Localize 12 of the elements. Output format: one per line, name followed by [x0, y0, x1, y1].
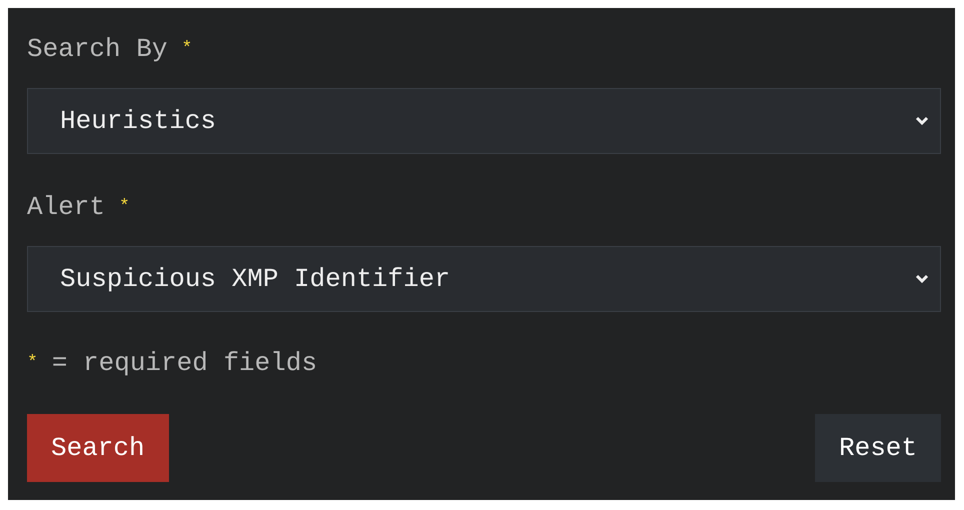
search-button[interactable]: Search [27, 414, 169, 482]
required-mark: * [181, 40, 192, 58]
required-mark: * [119, 198, 130, 216]
required-mark: * [27, 354, 38, 372]
reset-button[interactable]: Reset [814, 414, 941, 482]
field-label: Search By [27, 36, 168, 62]
select-field[interactable]: Suspicious XMP Identifier [27, 246, 941, 312]
select-field[interactable]: Heuristics [27, 88, 941, 154]
chevron-down-icon [914, 273, 930, 285]
chevron-down-icon [914, 115, 930, 127]
required-note: = required fields [52, 350, 318, 376]
field-label: Alert [27, 194, 106, 220]
